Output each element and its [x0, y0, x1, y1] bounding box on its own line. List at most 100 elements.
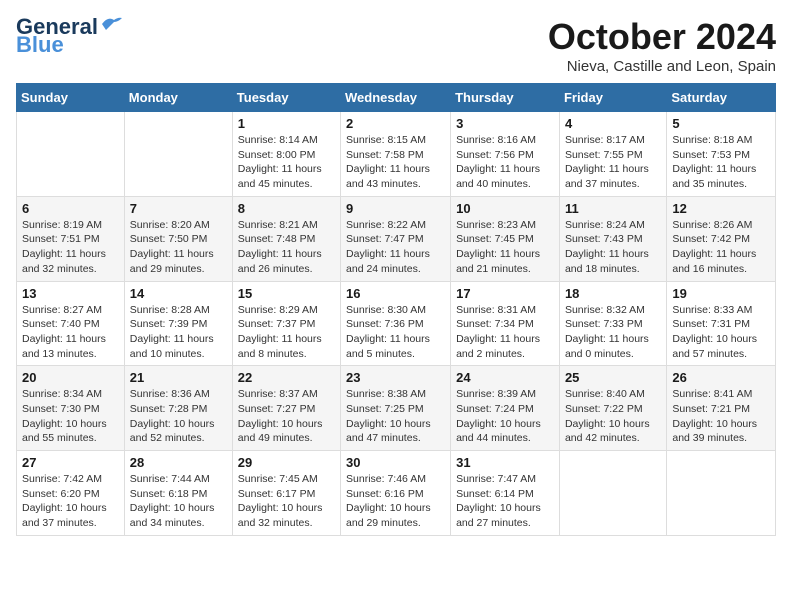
day-number: 25 [565, 370, 661, 385]
day-number: 26 [672, 370, 770, 385]
day-info: Sunrise: 8:26 AM Sunset: 7:42 PM Dayligh… [672, 218, 770, 277]
day-number: 15 [238, 286, 335, 301]
calendar-cell: 3 Sunrise: 8:16 AM Sunset: 7:56 PM Daylig… [451, 112, 560, 197]
day-info: Sunrise: 7:42 AM Sunset: 6:20 PM Dayligh… [22, 472, 119, 531]
day-info: Sunrise: 7:46 AM Sunset: 6:16 PM Dayligh… [346, 472, 445, 531]
calendar-cell: 2 Sunrise: 8:15 AM Sunset: 7:58 PM Daylig… [341, 112, 451, 197]
day-number: 23 [346, 370, 445, 385]
day-info: Sunrise: 8:29 AM Sunset: 7:37 PM Dayligh… [238, 303, 335, 362]
calendar-cell: 17 Sunrise: 8:31 AM Sunset: 7:34 PM Dayli… [451, 281, 560, 366]
calendar-cell: 20Sunrise: 8:34 AM Sunset: 7:30 PM Dayli… [17, 366, 125, 451]
calendar-cell: 29Sunrise: 7:45 AM Sunset: 6:17 PM Dayli… [232, 451, 340, 536]
calendar-cell: 8 Sunrise: 8:21 AM Sunset: 7:48 PM Daylig… [232, 196, 340, 281]
calendar-cell: 18Sunrise: 8:32 AM Sunset: 7:33 PM Dayli… [559, 281, 666, 366]
day-number: 3 [456, 116, 554, 131]
calendar-table: SundayMondayTuesdayWednesdayThursdayFrid… [16, 83, 776, 536]
logo: General Blue [16, 16, 122, 56]
calendar-cell [124, 112, 232, 197]
col-header-friday: Friday [559, 84, 666, 112]
title-area: October 2024 Nieva, Castille and Leon, S… [548, 16, 776, 75]
calendar-cell [17, 112, 125, 197]
day-info: Sunrise: 8:38 AM Sunset: 7:25 PM Dayligh… [346, 387, 445, 446]
day-info: Sunrise: 8:20 AM Sunset: 7:50 PM Dayligh… [130, 218, 227, 277]
calendar-cell: 12Sunrise: 8:26 AM Sunset: 7:42 PM Dayli… [667, 196, 776, 281]
day-number: 14 [130, 286, 227, 301]
day-info: Sunrise: 8:33 AM Sunset: 7:31 PM Dayligh… [672, 303, 770, 362]
calendar-cell: 15 Sunrise: 8:29 AM Sunset: 7:37 PM Dayli… [232, 281, 340, 366]
day-info: Sunrise: 8:16 AM Sunset: 7:56 PM Dayligh… [456, 133, 554, 192]
calendar-cell: 19 Sunrise: 8:33 AM Sunset: 7:31 PM Dayli… [667, 281, 776, 366]
header-row: SundayMondayTuesdayWednesdayThursdayFrid… [17, 84, 776, 112]
day-number: 31 [456, 455, 554, 470]
day-number: 9 [346, 201, 445, 216]
day-number: 20 [22, 370, 119, 385]
day-info: Sunrise: 8:27 AM Sunset: 7:40 PM Dayligh… [22, 303, 119, 362]
calendar-cell: 23 Sunrise: 8:38 AM Sunset: 7:25 PM Dayli… [341, 366, 451, 451]
day-info: Sunrise: 8:17 AM Sunset: 7:55 PM Dayligh… [565, 133, 661, 192]
day-number: 7 [130, 201, 227, 216]
day-info: Sunrise: 8:14 AM Sunset: 8:00 PM Dayligh… [238, 133, 335, 192]
calendar-cell: 24Sunrise: 8:39 AM Sunset: 7:24 PM Dayli… [451, 366, 560, 451]
day-number: 21 [130, 370, 227, 385]
calendar-cell: 7 Sunrise: 8:20 AM Sunset: 7:50 PM Daylig… [124, 196, 232, 281]
day-info: Sunrise: 8:15 AM Sunset: 7:58 PM Dayligh… [346, 133, 445, 192]
calendar-cell: 14Sunrise: 8:28 AM Sunset: 7:39 PM Dayli… [124, 281, 232, 366]
day-info: Sunrise: 8:19 AM Sunset: 7:51 PM Dayligh… [22, 218, 119, 277]
day-number: 2 [346, 116, 445, 131]
day-number: 28 [130, 455, 227, 470]
day-info: Sunrise: 8:36 AM Sunset: 7:28 PM Dayligh… [130, 387, 227, 446]
week-row-4: 20Sunrise: 8:34 AM Sunset: 7:30 PM Dayli… [17, 366, 776, 451]
day-info: Sunrise: 8:18 AM Sunset: 7:53 PM Dayligh… [672, 133, 770, 192]
day-number: 4 [565, 116, 661, 131]
day-number: 27 [22, 455, 119, 470]
calendar-cell: 10Sunrise: 8:23 AM Sunset: 7:45 PM Dayli… [451, 196, 560, 281]
day-number: 5 [672, 116, 770, 131]
day-info: Sunrise: 8:22 AM Sunset: 7:47 PM Dayligh… [346, 218, 445, 277]
calendar-cell: 26 Sunrise: 8:41 AM Sunset: 7:21 PM Dayli… [667, 366, 776, 451]
day-info: Sunrise: 7:47 AM Sunset: 6:14 PM Dayligh… [456, 472, 554, 531]
day-info: Sunrise: 7:45 AM Sunset: 6:17 PM Dayligh… [238, 472, 335, 531]
week-row-5: 27 Sunrise: 7:42 AM Sunset: 6:20 PM Dayli… [17, 451, 776, 536]
col-header-tuesday: Tuesday [232, 84, 340, 112]
day-number: 11 [565, 201, 661, 216]
calendar-cell: 30 Sunrise: 7:46 AM Sunset: 6:16 PM Dayli… [341, 451, 451, 536]
calendar-cell: 13 Sunrise: 8:27 AM Sunset: 7:40 PM Dayli… [17, 281, 125, 366]
day-number: 30 [346, 455, 445, 470]
col-header-monday: Monday [124, 84, 232, 112]
week-row-3: 13 Sunrise: 8:27 AM Sunset: 7:40 PM Dayli… [17, 281, 776, 366]
day-info: Sunrise: 8:41 AM Sunset: 7:21 PM Dayligh… [672, 387, 770, 446]
calendar-cell: 28Sunrise: 7:44 AM Sunset: 6:18 PM Dayli… [124, 451, 232, 536]
calendar-cell: 4 Sunrise: 8:17 AM Sunset: 7:55 PM Daylig… [559, 112, 666, 197]
week-row-2: 6 Sunrise: 8:19 AM Sunset: 7:51 PM Daylig… [17, 196, 776, 281]
calendar-cell: 6 Sunrise: 8:19 AM Sunset: 7:51 PM Daylig… [17, 196, 125, 281]
day-number: 6 [22, 201, 119, 216]
day-info: Sunrise: 8:24 AM Sunset: 7:43 PM Dayligh… [565, 218, 661, 277]
day-number: 19 [672, 286, 770, 301]
day-info: Sunrise: 8:39 AM Sunset: 7:24 PM Dayligh… [456, 387, 554, 446]
calendar-cell: 1Sunrise: 8:14 AM Sunset: 8:00 PM Daylig… [232, 112, 340, 197]
location-subtitle: Nieva, Castille and Leon, Spain [548, 58, 776, 75]
day-info: Sunrise: 8:21 AM Sunset: 7:48 PM Dayligh… [238, 218, 335, 277]
logo-bird-icon [100, 16, 122, 32]
calendar-cell: 21 Sunrise: 8:36 AM Sunset: 7:28 PM Dayli… [124, 366, 232, 451]
day-info: Sunrise: 8:37 AM Sunset: 7:27 PM Dayligh… [238, 387, 335, 446]
day-info: Sunrise: 8:32 AM Sunset: 7:33 PM Dayligh… [565, 303, 661, 362]
day-number: 8 [238, 201, 335, 216]
month-title: October 2024 [548, 16, 776, 58]
calendar-cell: 16 Sunrise: 8:30 AM Sunset: 7:36 PM Dayli… [341, 281, 451, 366]
day-info: Sunrise: 8:31 AM Sunset: 7:34 PM Dayligh… [456, 303, 554, 362]
day-number: 17 [456, 286, 554, 301]
day-number: 16 [346, 286, 445, 301]
calendar-cell: 5 Sunrise: 8:18 AM Sunset: 7:53 PM Daylig… [667, 112, 776, 197]
day-number: 10 [456, 201, 554, 216]
logo-blue-text: Blue [16, 34, 64, 56]
day-info: Sunrise: 8:30 AM Sunset: 7:36 PM Dayligh… [346, 303, 445, 362]
calendar-cell: 31 Sunrise: 7:47 AM Sunset: 6:14 PM Dayli… [451, 451, 560, 536]
day-number: 22 [238, 370, 335, 385]
calendar-cell [559, 451, 666, 536]
calendar-cell: 11 Sunrise: 8:24 AM Sunset: 7:43 PM Dayli… [559, 196, 666, 281]
day-number: 13 [22, 286, 119, 301]
col-header-saturday: Saturday [667, 84, 776, 112]
calendar-cell: 27 Sunrise: 7:42 AM Sunset: 6:20 PM Dayli… [17, 451, 125, 536]
calendar-cell: 9 Sunrise: 8:22 AM Sunset: 7:47 PM Daylig… [341, 196, 451, 281]
